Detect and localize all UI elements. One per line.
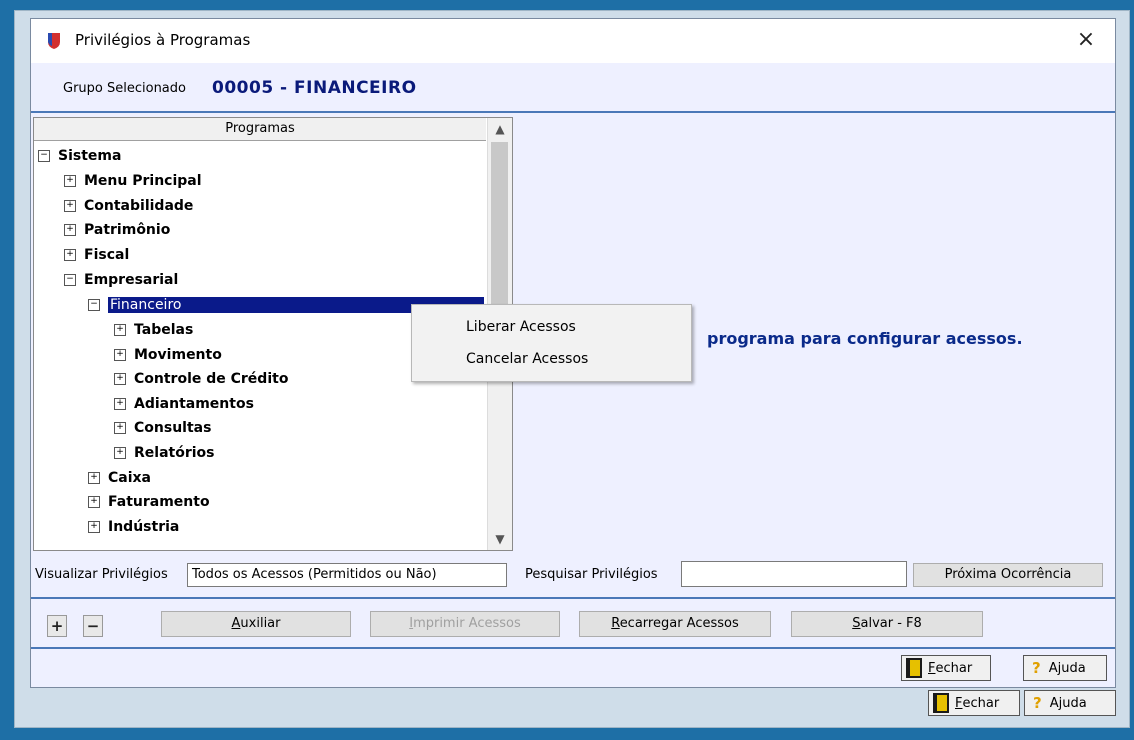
tree-node-label: Menu Principal — [84, 173, 202, 189]
help-icon: ? — [1033, 694, 1042, 712]
title-bar: Privilégios à Programas × — [31, 19, 1115, 63]
parent-help-button[interactable]: ? Ajuda — [1024, 690, 1116, 716]
print-access-button[interactable]: Imprimir Acessos — [370, 611, 560, 637]
app-shield-icon — [48, 33, 60, 49]
help-label: Ajuda — [1048, 660, 1086, 676]
expand-icon[interactable]: + — [114, 349, 126, 361]
tree-node-label: Consultas — [134, 420, 212, 436]
tree-node-label: Relatórios — [134, 445, 215, 461]
divider — [31, 597, 1115, 599]
exit-door-icon — [906, 658, 922, 678]
expand-icon[interactable]: + — [64, 200, 76, 212]
collapse-icon[interactable]: − — [38, 150, 50, 162]
tree-node-relatorios[interactable]: + Relatórios — [114, 441, 215, 465]
reload-access-button[interactable]: Recarregar Acessos — [579, 611, 771, 637]
tree-node-label: Empresarial — [84, 272, 179, 288]
scroll-up-icon[interactable]: ▲ — [488, 118, 512, 140]
collapse-icon[interactable]: − — [88, 299, 100, 311]
tree-node-movimento[interactable]: + Movimento — [114, 343, 222, 367]
context-menu: Liberar Acessos Cancelar Acessos — [411, 304, 692, 382]
tree-node-label: Sistema — [58, 148, 122, 164]
tree-node-empresarial[interactable]: − Empresarial — [64, 268, 178, 292]
tree-node-label: Faturamento — [108, 494, 210, 510]
close-button[interactable]: Fechar — [901, 655, 991, 681]
save-label: alvar - F8 — [860, 616, 922, 631]
add-button[interactable]: + — [47, 615, 67, 637]
expand-icon[interactable]: + — [64, 224, 76, 236]
tree-node-label: Movimento — [134, 347, 222, 363]
collapse-icon[interactable]: − — [64, 274, 76, 286]
exit-door-icon — [933, 693, 949, 713]
expand-icon[interactable]: + — [64, 175, 76, 187]
tree-node-controle-de-credito[interactable]: + Controle de Crédito — [114, 367, 288, 391]
minus-icon: − — [86, 617, 100, 635]
tree-node-patrimonio[interactable]: + Patrimônio — [64, 218, 170, 242]
expand-icon[interactable]: + — [114, 398, 126, 410]
tree-node-label: Patrimônio — [84, 222, 171, 238]
print-label: mprimir Acessos — [413, 616, 521, 631]
reload-hotkey: R — [611, 616, 620, 631]
close-window-button[interactable]: × — [1071, 25, 1101, 55]
tree-node-label: Caixa — [108, 470, 151, 486]
plus-icon: + — [50, 617, 64, 635]
tree-node-faturamento[interactable]: + Faturamento — [88, 490, 210, 514]
tree-node-fiscal[interactable]: + Fiscal — [64, 243, 129, 267]
close-label: echar — [962, 695, 1000, 711]
divider — [31, 111, 1115, 113]
expand-icon[interactable]: + — [88, 496, 100, 508]
tree-node-label: Tabelas — [134, 322, 194, 338]
auxiliar-button[interactable]: Auxiliar — [161, 611, 351, 637]
expand-icon[interactable]: + — [114, 324, 126, 336]
remove-button[interactable]: − — [83, 615, 103, 637]
tree-node-tabelas[interactable]: + Tabelas — [114, 318, 193, 342]
search-privileges-input[interactable] — [681, 561, 907, 587]
divider — [31, 647, 1115, 649]
tree-node-contabilidade[interactable]: + Contabilidade — [64, 194, 193, 218]
group-value: 00005 - FINANCEIRO — [212, 78, 417, 98]
tree-node-adiantamentos[interactable]: + Adiantamentos — [114, 392, 254, 416]
window-title: Privilégios à Programas — [75, 31, 251, 49]
close-hotkey: F — [928, 660, 936, 676]
tree-node-label: Indústria — [108, 519, 180, 535]
tree-node-sistema[interactable]: − Sistema — [38, 144, 121, 168]
tree-node-label: Controle de Crédito — [134, 371, 289, 387]
expand-icon[interactable]: + — [88, 521, 100, 533]
help-icon: ? — [1032, 659, 1041, 677]
auxiliar-label: uxiliar — [240, 616, 281, 631]
expand-icon[interactable]: + — [88, 472, 100, 484]
tree-node-label: Fiscal — [84, 247, 130, 263]
tree-node-label: Contabilidade — [84, 198, 194, 214]
parent-close-button[interactable]: Fechar — [928, 690, 1020, 716]
context-menu-cancelar-acessos[interactable]: Cancelar Acessos — [466, 351, 588, 367]
group-label: Grupo Selecionado — [63, 81, 186, 96]
expand-icon[interactable]: + — [114, 373, 126, 385]
tree-node-industria[interactable]: + Indústria — [88, 515, 179, 539]
close-label: echar — [935, 660, 973, 676]
tree-node-label: Adiantamentos — [134, 396, 254, 412]
tree-node-consultas[interactable]: + Consultas — [114, 416, 211, 440]
expand-icon[interactable]: + — [114, 447, 126, 459]
save-button[interactable]: Salvar - F8 — [791, 611, 983, 637]
view-privileges-label: Visualizar Privilégios — [35, 567, 168, 582]
help-button[interactable]: ? Ajuda — [1023, 655, 1107, 681]
close-icon: × — [1076, 27, 1096, 52]
scroll-down-icon[interactable]: ▼ — [488, 528, 512, 550]
select-program-message: programa para configurar acessos. — [707, 329, 1023, 348]
close-hotkey: F — [955, 695, 963, 711]
next-occurrence-button[interactable]: Próxima Ocorrência — [913, 563, 1103, 587]
tree-header[interactable]: Programas — [34, 118, 486, 141]
tree-node-caixa[interactable]: + Caixa — [88, 466, 151, 490]
view-privileges-select[interactable]: Todos os Acessos (Permitidos ou Não) — [187, 563, 507, 587]
tree-node-menu-principal[interactable]: + Menu Principal — [64, 169, 202, 193]
context-menu-liberar-acessos[interactable]: Liberar Acessos — [466, 319, 576, 335]
expand-icon[interactable]: + — [64, 249, 76, 261]
help-label: Ajuda — [1049, 695, 1087, 711]
expand-icon[interactable]: + — [114, 422, 126, 434]
reload-label: ecarregar Acessos — [619, 616, 739, 631]
search-privileges-label: Pesquisar Privilégios — [525, 567, 658, 582]
